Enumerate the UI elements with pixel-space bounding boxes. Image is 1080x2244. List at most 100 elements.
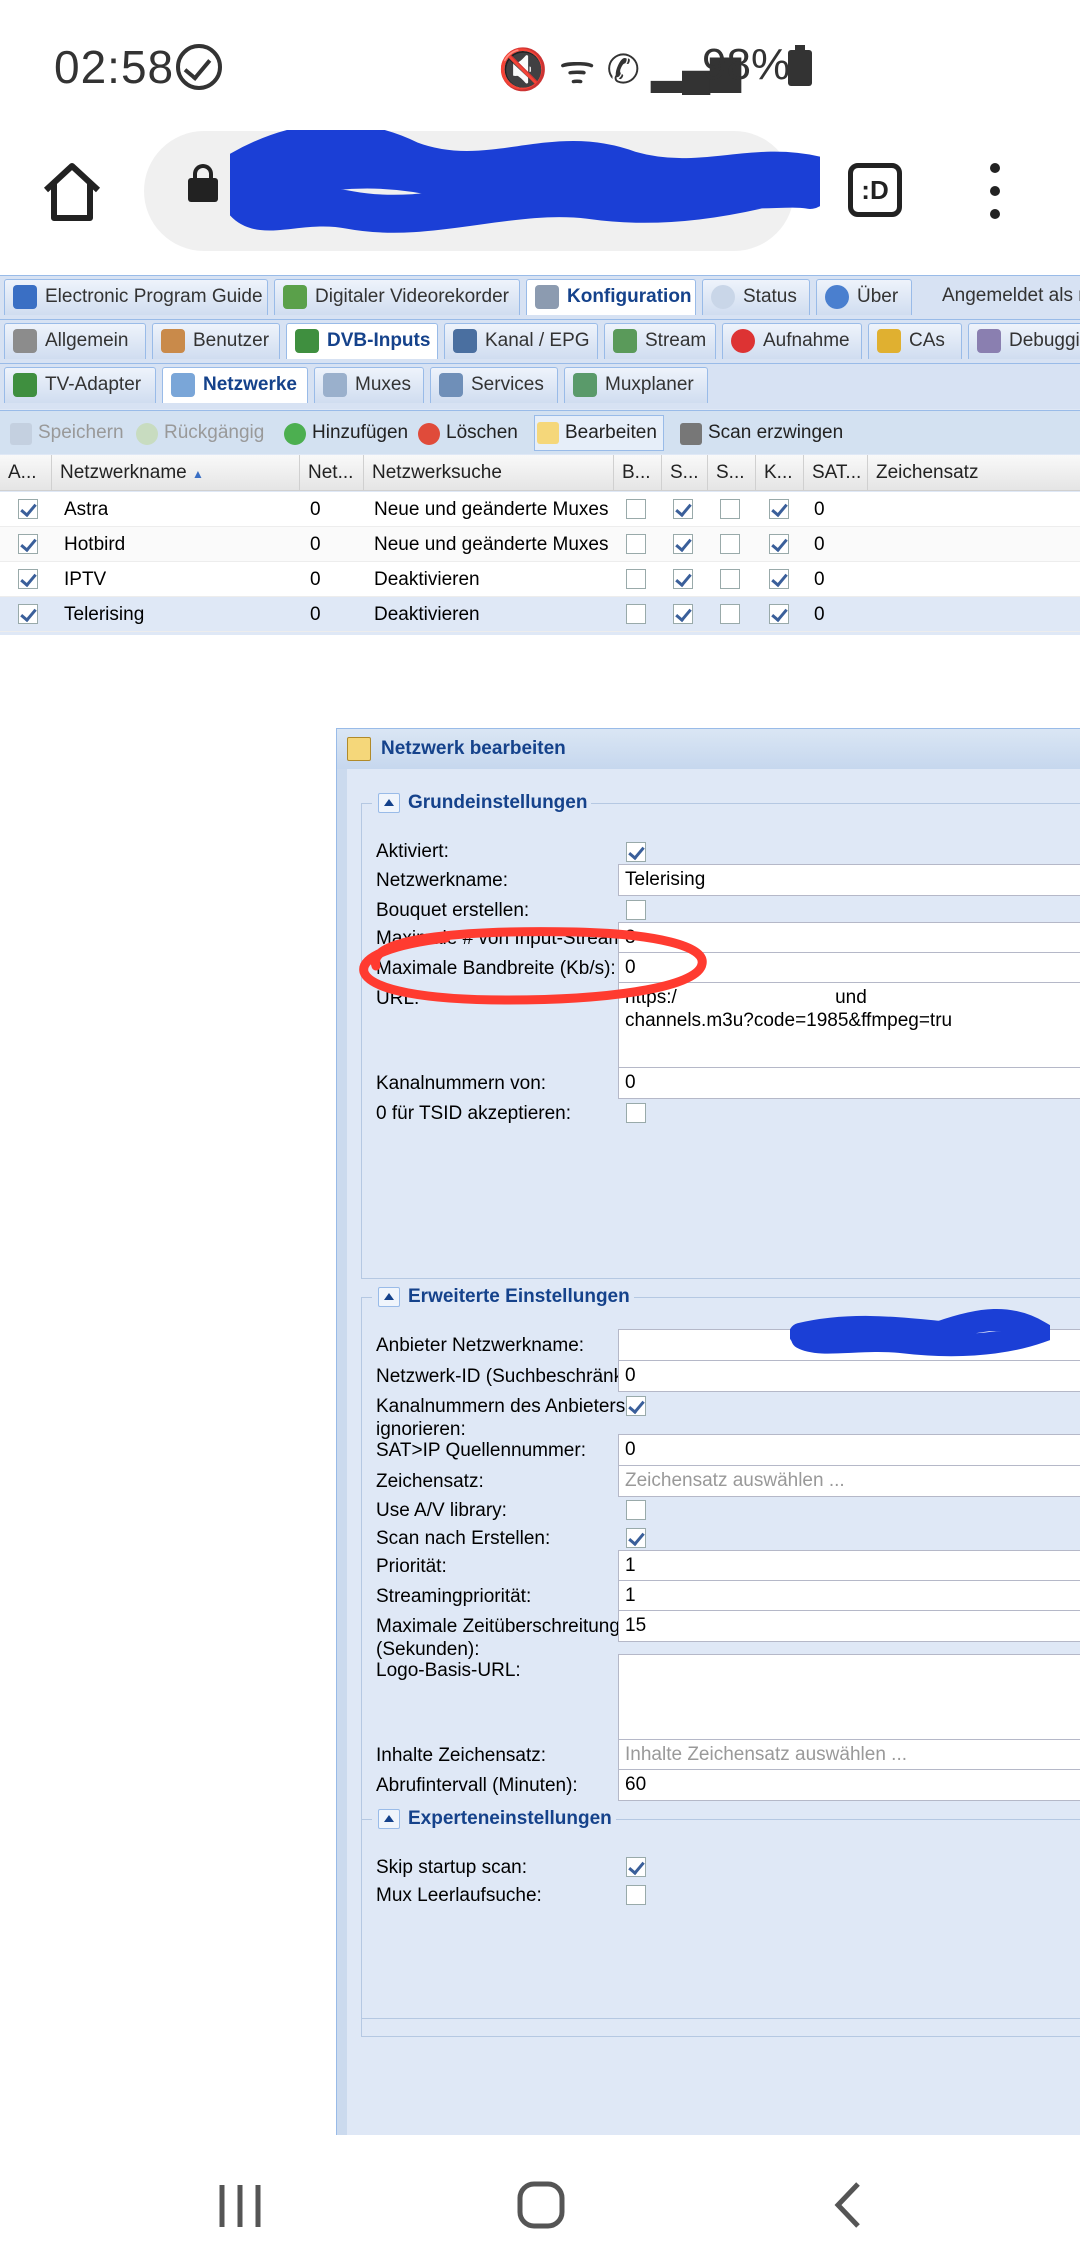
col-sat[interactable]: SAT... bbox=[804, 455, 868, 491]
scan-after-checkbox[interactable] bbox=[626, 1528, 646, 1548]
collapse-icon[interactable] bbox=[378, 793, 400, 813]
dvb-tabs: TV-Adapter Netzwerke Muxes Services Muxp… bbox=[0, 363, 1080, 409]
delete-button[interactable]: Löschen bbox=[416, 419, 518, 449]
tab-konfiguration[interactable]: Konfiguration bbox=[526, 279, 696, 315]
recent-apps-icon[interactable] bbox=[216, 2183, 264, 2229]
tab-stream[interactable]: Stream bbox=[604, 323, 716, 359]
priority-field[interactable]: 1 bbox=[618, 1550, 1080, 1582]
key-icon bbox=[877, 329, 901, 353]
annotation-circle bbox=[359, 927, 707, 1005]
wrench-icon bbox=[535, 285, 559, 309]
network-id-field[interactable]: 0 bbox=[618, 1360, 1080, 1392]
network-name-field[interactable]: Telerising bbox=[618, 864, 1080, 896]
mux-idle-checkbox[interactable] bbox=[626, 1885, 646, 1905]
tab-muxplaner[interactable]: Muxplaner bbox=[564, 367, 708, 403]
force-scan-button[interactable]: Scan erzwingen bbox=[678, 419, 843, 449]
table-row[interactable]: IPTV 0 Deaktivieren 0 bbox=[0, 562, 1080, 597]
label-skip-startup: Skip startup scan: bbox=[376, 1857, 528, 1878]
save-button[interactable]: Speichern bbox=[8, 419, 124, 449]
table-row[interactable]: Telerising 0 Deaktivieren 0 bbox=[0, 597, 1080, 632]
fieldset-expert: Experteneinstellungen Skip startup scan:… bbox=[361, 1806, 1080, 2019]
table-row[interactable]: Astra 0 Neue und geänderte Muxes 0 bbox=[0, 492, 1080, 527]
tab-kanal-epg[interactable]: Kanal / EPG bbox=[444, 323, 598, 359]
interval-field[interactable]: 60 bbox=[618, 1769, 1080, 1801]
label-interval: Abrufintervall (Minuten): bbox=[376, 1775, 578, 1796]
battery-icon bbox=[788, 45, 812, 86]
tab-status[interactable]: Status bbox=[702, 279, 810, 315]
check-circle-icon bbox=[176, 44, 222, 90]
col-enabled[interactable]: A... bbox=[0, 455, 52, 491]
bouquet-checkbox[interactable] bbox=[626, 900, 646, 920]
tab-tv-adapter[interactable]: TV-Adapter bbox=[4, 367, 156, 403]
rec-icon bbox=[731, 329, 755, 353]
debug-icon bbox=[977, 329, 1001, 353]
enabled-checkbox[interactable] bbox=[18, 534, 38, 554]
satip-field[interactable]: 0 bbox=[618, 1434, 1080, 1466]
home-nav-icon[interactable] bbox=[516, 2180, 566, 2230]
adapter-icon bbox=[13, 373, 37, 397]
label-enabled: Aktiviert: bbox=[376, 841, 449, 862]
stream-priority-field[interactable]: 1 bbox=[618, 1580, 1080, 1612]
timeout-field[interactable]: 15 bbox=[618, 1610, 1080, 1642]
fieldset-expert-legend[interactable]: Experteneinstellungen bbox=[372, 1806, 616, 1832]
tab-about[interactable]: Über bbox=[816, 279, 912, 315]
edit-icon bbox=[537, 422, 559, 444]
grid-header: A... Netzwerkname ▲ Net... Netzwerksuche… bbox=[0, 455, 1080, 491]
collapse-icon[interactable] bbox=[378, 1809, 400, 1829]
tab-switcher-button[interactable]: :D bbox=[848, 163, 902, 217]
label-content-charset: Inhalte Zeichensatz: bbox=[376, 1745, 547, 1766]
more-menu-icon[interactable] bbox=[983, 163, 1007, 223]
tab-netzwerke[interactable]: Netzwerke bbox=[162, 367, 308, 403]
stream-icon bbox=[613, 329, 637, 353]
edit-icon bbox=[347, 737, 371, 761]
col-k[interactable]: K... bbox=[756, 455, 804, 491]
tab-aufnahme[interactable]: Aufnahme bbox=[722, 323, 862, 359]
enabled-checkbox[interactable] bbox=[626, 842, 646, 862]
add-button[interactable]: Hinzufügen bbox=[282, 419, 408, 449]
card-icon bbox=[295, 329, 319, 353]
col-s1[interactable]: S... bbox=[662, 455, 708, 491]
col-s2[interactable]: S... bbox=[708, 455, 756, 491]
services-icon bbox=[439, 373, 463, 397]
tab-services[interactable]: Services bbox=[430, 367, 558, 403]
undo-button[interactable]: Rückgängig bbox=[134, 419, 264, 449]
enabled-checkbox[interactable] bbox=[18, 499, 38, 519]
tsid-checkbox[interactable] bbox=[626, 1103, 646, 1123]
col-charset[interactable]: Zeichensatz bbox=[868, 455, 1080, 491]
ignore-provider-checkbox[interactable] bbox=[626, 1396, 646, 1416]
grid-toolbar: Speichern Rückgängig Hinzufügen Löschen … bbox=[0, 410, 1080, 454]
enabled-checkbox[interactable] bbox=[18, 604, 38, 624]
edit-button[interactable]: Bearbeiten bbox=[534, 415, 664, 451]
avlib-checkbox[interactable] bbox=[626, 1500, 646, 1520]
col-name[interactable]: Netzwerkname ▲ bbox=[52, 455, 300, 491]
scan-icon bbox=[680, 423, 702, 445]
tab-epg[interactable]: Electronic Program Guide bbox=[4, 279, 268, 315]
tab-dvb-inputs[interactable]: DVB-Inputs bbox=[286, 323, 438, 359]
label-channel-from: Kanalnummern von: bbox=[376, 1073, 547, 1094]
tab-allgemein[interactable]: Allgemein bbox=[4, 323, 146, 359]
channel-from-field[interactable]: 0 bbox=[618, 1067, 1080, 1099]
status-time: 02:58 bbox=[54, 41, 175, 93]
col-net[interactable]: Net... bbox=[300, 455, 364, 491]
epg-icon bbox=[13, 285, 37, 309]
label-avlib: Use A/V library: bbox=[376, 1500, 507, 1521]
home-icon[interactable] bbox=[40, 160, 104, 224]
tab-debugging[interactable]: Debuggi bbox=[968, 323, 1080, 359]
col-search[interactable]: Netzwerksuche bbox=[364, 455, 614, 491]
content-charset-select[interactable]: Inhalte Zeichensatz auswählen ... bbox=[618, 1739, 1080, 1771]
charset-select[interactable]: Zeichensatz auswählen ... bbox=[618, 1465, 1080, 1497]
tab-dvr[interactable]: Digitaler Videorekorder bbox=[274, 279, 520, 315]
collapse-icon[interactable] bbox=[378, 1287, 400, 1307]
dialog-title[interactable]: Netzwerk bearbeiten bbox=[337, 729, 1080, 769]
back-nav-icon[interactable] bbox=[830, 2180, 864, 2230]
label-charset: Zeichensatz: bbox=[376, 1471, 484, 1492]
fieldset-basic-legend[interactable]: Grundeinstellungen bbox=[372, 790, 592, 816]
tab-cas[interactable]: CAs bbox=[868, 323, 962, 359]
table-row[interactable]: Hotbird 0 Neue und geänderte Muxes 0 bbox=[0, 527, 1080, 562]
skip-startup-checkbox[interactable] bbox=[626, 1857, 646, 1877]
enabled-checkbox[interactable] bbox=[18, 569, 38, 589]
tab-muxes[interactable]: Muxes bbox=[314, 367, 424, 403]
fieldset-advanced-legend[interactable]: Erweiterte Einstellungen bbox=[372, 1284, 634, 1310]
tab-benutzer[interactable]: Benutzer bbox=[152, 323, 280, 359]
col-b[interactable]: B... bbox=[614, 455, 662, 491]
